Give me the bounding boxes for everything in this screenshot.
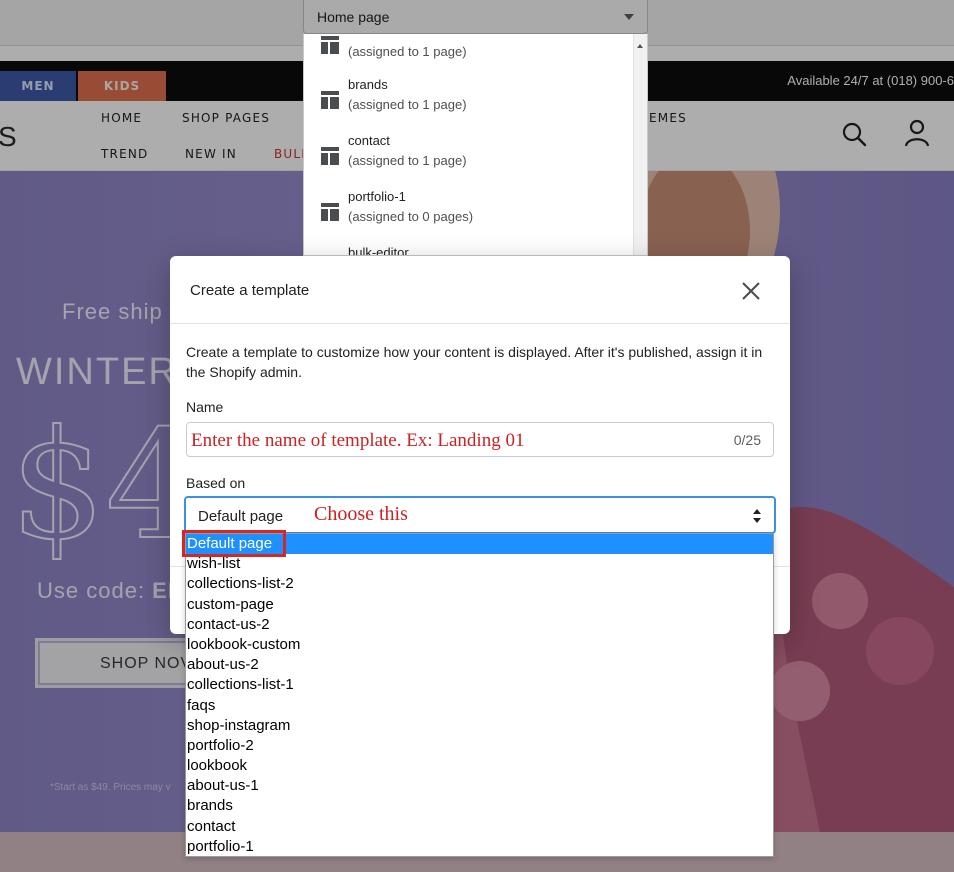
template-assigned-count: (assigned to 1 page): [348, 44, 467, 59]
modal-title: Create a template: [190, 282, 310, 299]
modal-description: Create a template to customize how your …: [186, 344, 763, 380]
template-list-scrollbar[interactable]: [633, 34, 647, 255]
based-on-select[interactable]: Default page: [184, 496, 776, 534]
template-item-contact[interactable]: contact (assigned to 1 page): [304, 133, 634, 189]
template-name: contact: [348, 133, 390, 148]
option-about-us-1[interactable]: about-us-1: [186, 776, 773, 796]
template-name: bulk-editor: [348, 245, 409, 256]
scroll-up-arrow-icon[interactable]: [637, 44, 643, 48]
choose-this-annotation: Choose this: [314, 503, 408, 525]
select-arrows-icon: [753, 509, 761, 523]
template-assigned-count: (assigned to 1 page): [348, 153, 467, 168]
template-item-bulk-editor[interactable]: bulk-editor: [304, 245, 634, 256]
option-faqs[interactable]: faqs: [186, 696, 773, 716]
character-counter: 0/25: [733, 432, 761, 448]
based-on-options-list: Default page wish-list collections-list-…: [185, 533, 774, 857]
option-portfolio-1[interactable]: portfolio-1: [186, 837, 773, 856]
option-collections-list-2[interactable]: collections-list-2: [186, 574, 773, 594]
template-list-panel: (assigned to 1 page) brands (assigned to…: [303, 34, 648, 256]
template-name-input[interactable]: Enter the name of template. Ex: Landing …: [186, 422, 774, 457]
option-brands[interactable]: brands: [186, 796, 773, 816]
name-label: Name: [186, 399, 224, 415]
template-item-brands[interactable]: brands (assigned to 1 page): [304, 77, 634, 133]
name-input-annotation: Enter the name of template. Ex: Landing …: [191, 430, 525, 451]
template-layout-icon: [321, 203, 339, 221]
template-name: portfolio-1: [348, 189, 406, 204]
template-item-portfolio-1[interactable]: portfolio-1 (assigned to 0 pages): [304, 189, 634, 245]
option-about-us-2[interactable]: about-us-2: [186, 655, 773, 675]
modal-header: Create a template: [170, 256, 790, 324]
option-lookbook[interactable]: lookbook: [186, 756, 773, 776]
option-default-page[interactable]: Default page: [186, 534, 773, 554]
template-layout-icon: [321, 36, 339, 54]
template-assigned-count: (assigned to 0 pages): [348, 209, 474, 224]
option-portfolio-2[interactable]: portfolio-2: [186, 736, 773, 756]
option-contact-us-2[interactable]: contact-us-2: [186, 615, 773, 635]
template-layout-icon: [321, 91, 339, 109]
option-contact[interactable]: contact: [186, 817, 773, 837]
option-custom-page[interactable]: custom-page: [186, 595, 773, 615]
option-wish-list[interactable]: wish-list: [186, 554, 773, 574]
template-assigned-count: (assigned to 1 page): [348, 97, 467, 112]
template-name: brands: [348, 77, 388, 92]
close-icon[interactable]: [738, 278, 764, 304]
option-collections-list-1[interactable]: collections-list-1: [186, 675, 773, 695]
based-on-selected-value: Default page: [198, 508, 284, 525]
option-lookbook-custom[interactable]: lookbook-custom: [186, 635, 773, 655]
based-on-label: Based on: [186, 475, 246, 491]
option-shop-instagram[interactable]: shop-instagram: [186, 716, 773, 736]
template-layout-icon: [321, 147, 339, 165]
